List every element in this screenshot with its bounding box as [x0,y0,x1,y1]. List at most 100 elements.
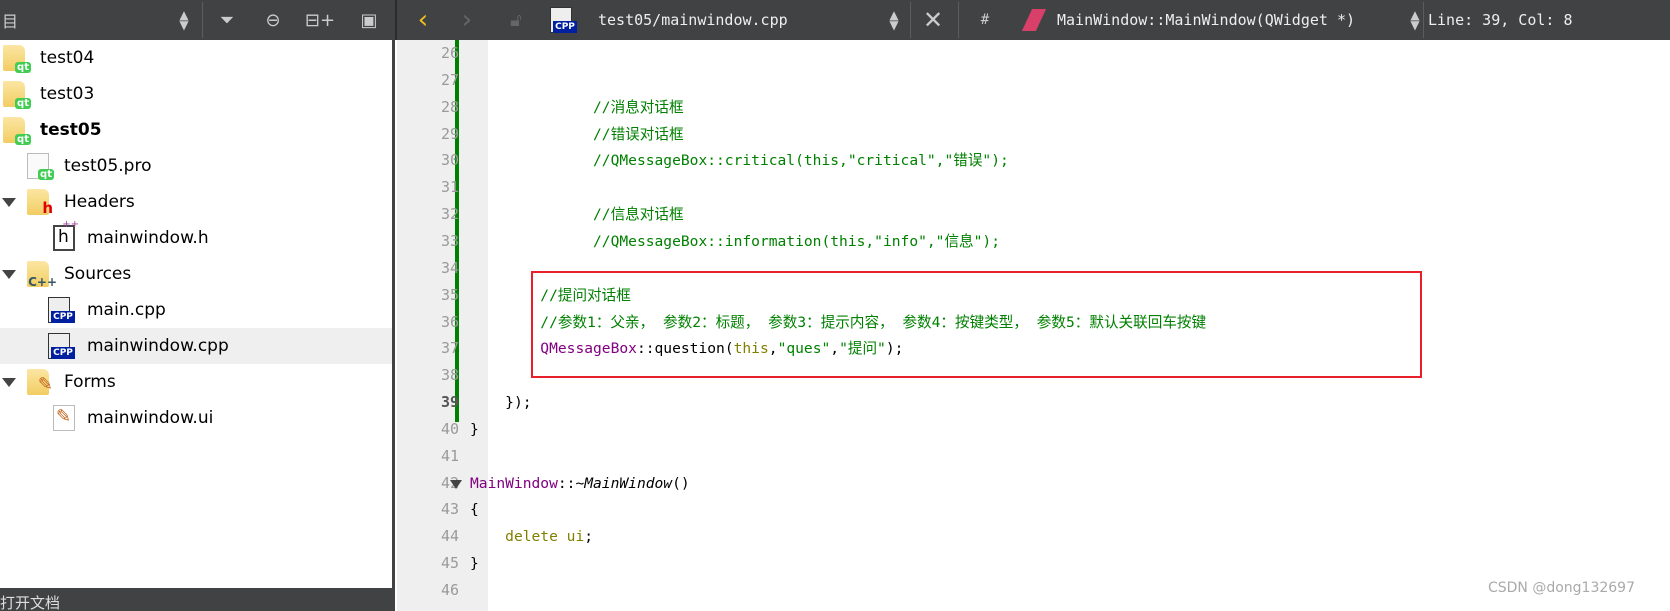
sources-folder-icon: C++ [27,261,57,289]
forms-folder-icon: ✎ [27,369,53,395]
headers-folder-icon: h [27,189,53,217]
project-tree: qt test04 qt test03 qt test05 qt test05.pro h Hea… [0,40,395,588]
code-line[interactable]: } [470,416,479,443]
view-selector-arrows-icon[interactable]: ▲ ▼ [172,0,196,40]
tree-item-Sources[interactable]: C++ Sources [0,256,392,292]
code-token: ::~ [557,474,585,492]
function-diamond-icon [1021,0,1047,40]
ui-file-icon: ✎ [53,405,75,431]
line-number: 39 [440,393,459,412]
line-number: 31 [440,178,459,197]
line-number: 32 [440,205,459,224]
open-documents-label: 打开文档 [0,594,61,611]
cpp-file-icon: CPP [547,0,577,40]
tree-item-label: test04 [40,48,95,68]
line-number: 46 [440,581,459,599]
qt-project-icon: qt [3,117,31,145]
filter-icon[interactable]: ⏷ [210,0,244,40]
tree-item-label: main.cpp [87,300,166,320]
split-add-icon[interactable]: ⊟+ [302,0,338,40]
line-number: 38 [440,366,459,385]
forward-icon[interactable]: › [452,0,482,40]
line-number: 33 [440,231,459,250]
tree-item-test03[interactable]: qt test03 [0,76,392,112]
close-file-icon[interactable]: ✕ [916,0,950,40]
code-token: ; [584,528,594,546]
line-number: 35 [440,285,459,304]
code-line[interactable]: MainWindow::~MainWindow() [470,470,690,497]
line-number: 41 [440,446,459,465]
watermark: CSDN @dong132697 [1487,580,1635,596]
code-line[interactable]: { [470,496,479,523]
panel-title: 目 [1,12,18,31]
hash-symbol: # [980,12,990,28]
code-token: //QMessageBox::critical(this,"critical",… [593,152,1009,170]
code-line[interactable]: //QMessageBox::information(this,"info","… [470,228,1000,255]
cpp-file-icon: CPP [48,333,75,359]
tree-item-test04[interactable]: qt test04 [0,40,392,76]
qt-project-icon: qt [3,45,31,73]
tree-item-label: test05 [40,120,102,140]
code-line[interactable]: delete ui; [470,523,593,550]
code-token: MainWindow [470,474,558,492]
code-token: MainWindow [584,474,673,492]
code-token: //错误对话框 [593,125,684,143]
code-token: () [672,474,690,492]
unlock-icon[interactable]: 🔓︎ [503,0,529,40]
editor-toolbar: 目 ▲ ▼ ⏷ ⊖ ⊟+ ▣ ‹ › 🔓︎ CPP test05/mainwind… [0,0,1670,40]
tree-item-mainwindow-ui[interactable]: ✎ mainwindow.ui [0,400,392,436]
line-number: 37 [440,339,459,358]
code-line[interactable]: //QMessageBox::critical(this,"critical",… [470,147,1009,174]
code-token: } [470,555,479,573]
header-file-icon: h ++ [53,219,79,251]
expand-arrow-icon[interactable] [2,198,16,207]
open-documents-panel-header: 打开文档 [0,588,395,611]
tree-item-mainwindow-cpp[interactable]: CPP mainwindow.cpp [0,328,392,364]
line-number: 44 [440,527,459,546]
code-line[interactable]: //消息对话框 [470,94,684,121]
link-icon[interactable]: ⊖ [256,0,290,40]
line-number: 43 [440,500,459,519]
cpp-file-icon: CPP [48,297,75,323]
line-number: 27 [440,70,459,89]
qt-project-icon: qt [27,153,54,180]
fold-arrow-icon[interactable] [450,479,462,489]
code-token: delete [505,528,558,546]
function-selector[interactable]: MainWindow::MainWindow(QWidget *) [1057,0,1355,40]
code-token: }); [505,394,532,412]
collapse-panel-icon[interactable]: ▣ [352,0,386,40]
line-number: 26 [440,44,459,62]
tree-item-label: mainwindow.ui [87,408,214,428]
tree-item-label: Forms [64,372,116,392]
tree-item-test05[interactable]: qt test05 [0,112,392,148]
tree-item-Headers[interactable]: h Headers [0,184,392,220]
code-token: //信息对话框 [593,206,684,224]
line-number: 30 [440,151,459,170]
back-icon[interactable]: ‹ [408,0,438,40]
open-file-name[interactable]: test05/mainwindow.cpp [598,0,788,40]
code-line[interactable]: } [470,550,479,577]
qt-project-icon: qt [3,81,31,109]
tree-item-mainwindow-h[interactable]: h ++ mainwindow.h [0,219,392,256]
expand-arrow-icon[interactable] [2,378,16,387]
tree-item-label: Headers [64,192,135,212]
line-number: 45 [440,554,459,573]
code-line[interactable]: //错误对话框 [470,121,684,148]
line-number: 34 [440,258,459,277]
highlight-annotation-box [531,271,1422,378]
expand-arrow-icon[interactable] [2,270,16,279]
code-token: //消息对话框 [593,98,684,116]
tree-item-label: test03 [40,84,95,104]
cursor-position: Line: 39, Col: 8 [1428,11,1573,29]
code-line[interactable]: //信息对话框 [470,201,684,228]
code-token: } [470,420,479,438]
tree-item-label: Sources [64,264,132,284]
code-line[interactable]: }); [470,389,532,416]
tree-item-test05-pro[interactable]: qt test05.pro [0,148,392,184]
code-token: { [470,501,479,519]
tree-item-main-cpp[interactable]: CPP main.cpp [0,292,392,328]
tree-item-label: test05.pro [64,156,152,176]
tree-item-Forms[interactable]: ✎ Forms [0,364,392,400]
file-selector-arrows-icon[interactable]: ▲ ▼ [882,0,906,40]
